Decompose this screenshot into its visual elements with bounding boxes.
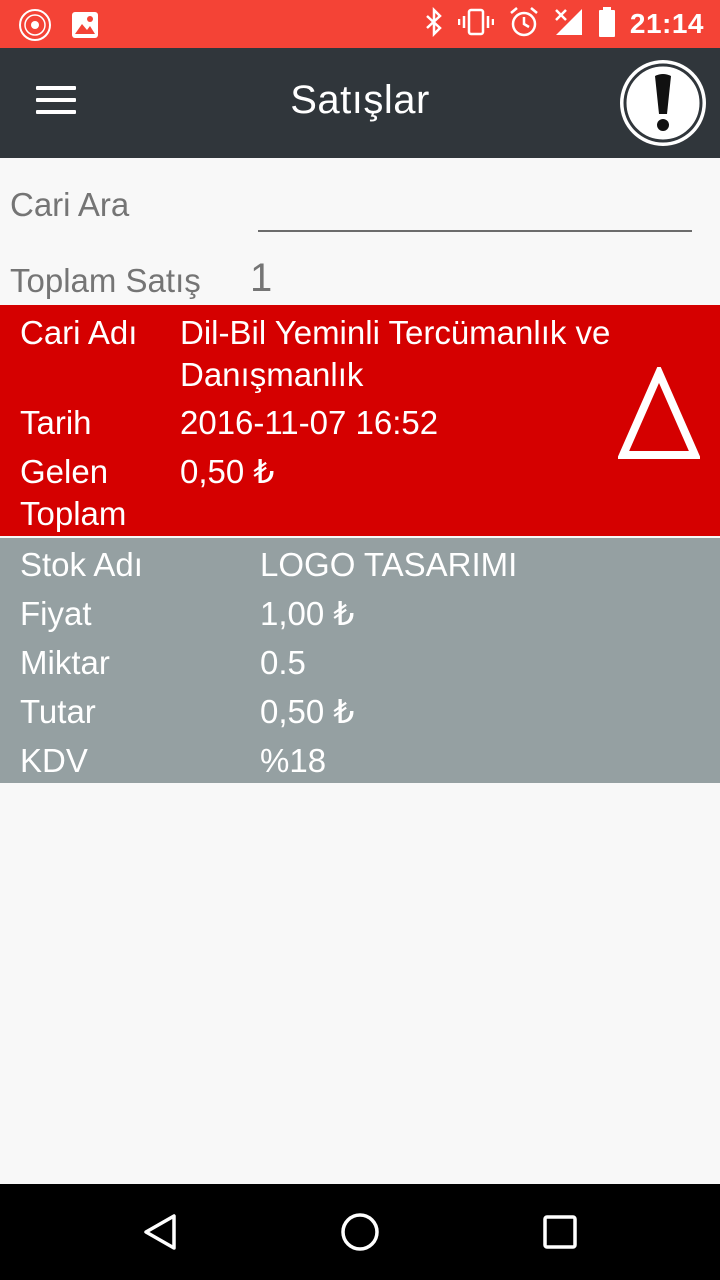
- customer-name-value: Dil-Bil Yeminli Tercümanlık ve Danışmanl…: [180, 314, 611, 393]
- warning-triangle-icon: [616, 363, 702, 461]
- navigation-bar: [0, 1184, 720, 1280]
- incoming-total-value: 0,50 ₺: [180, 453, 275, 490]
- amount-label: Tutar: [20, 693, 96, 730]
- date-label: Tarih: [20, 404, 92, 441]
- customer-name-label: Cari Adı: [20, 314, 138, 351]
- date-value: 2016-11-07 16:52: [180, 404, 439, 441]
- stock-name-label: Stok Adı: [20, 546, 143, 583]
- app-logo-icon: [18, 8, 52, 47]
- image-icon: [70, 10, 100, 45]
- price-label: Fiyat: [20, 595, 92, 632]
- page-title: Satışlar: [290, 78, 430, 122]
- search-label: Cari Ara: [10, 186, 130, 223]
- bluetooth-icon: [424, 6, 444, 42]
- search-input[interactable]: [258, 184, 692, 232]
- alarm-icon: [508, 6, 540, 43]
- status-bar: 21:14: [0, 0, 720, 48]
- price-value: 1,00 ₺: [260, 595, 355, 632]
- home-icon[interactable]: [336, 1208, 384, 1256]
- back-icon[interactable]: [136, 1208, 184, 1256]
- quantity-value: 0.5: [260, 644, 306, 681]
- incoming-total-label: Gelen Toplam: [20, 453, 127, 532]
- total-sales-value: 1: [250, 256, 273, 300]
- vibrate-icon: [457, 7, 495, 42]
- vat-value: %18: [260, 742, 327, 779]
- stock-name-value: LOGO TASARIMI: [260, 546, 518, 583]
- quantity-label: Miktar: [20, 644, 110, 681]
- recents-icon[interactable]: [536, 1208, 584, 1256]
- exclamation-icon[interactable]: [618, 58, 708, 148]
- battery-icon: [598, 6, 616, 43]
- app-bar: Satışlar: [0, 48, 720, 158]
- clock-time: 21:14: [629, 8, 704, 39]
- item-card: Stok Adı LOGO TASARIMI Fiyat 1,00 ₺ Mikt…: [0, 538, 720, 783]
- vat-label: KDV: [20, 742, 88, 779]
- total-sales-label: Toplam Satış: [10, 262, 201, 299]
- amount-value: 0,50 ₺: [260, 693, 355, 730]
- sale-card[interactable]: Cari Adı Dil-Bil Yeminli Tercümanlık ve …: [0, 305, 720, 536]
- signal-icon: [554, 7, 584, 42]
